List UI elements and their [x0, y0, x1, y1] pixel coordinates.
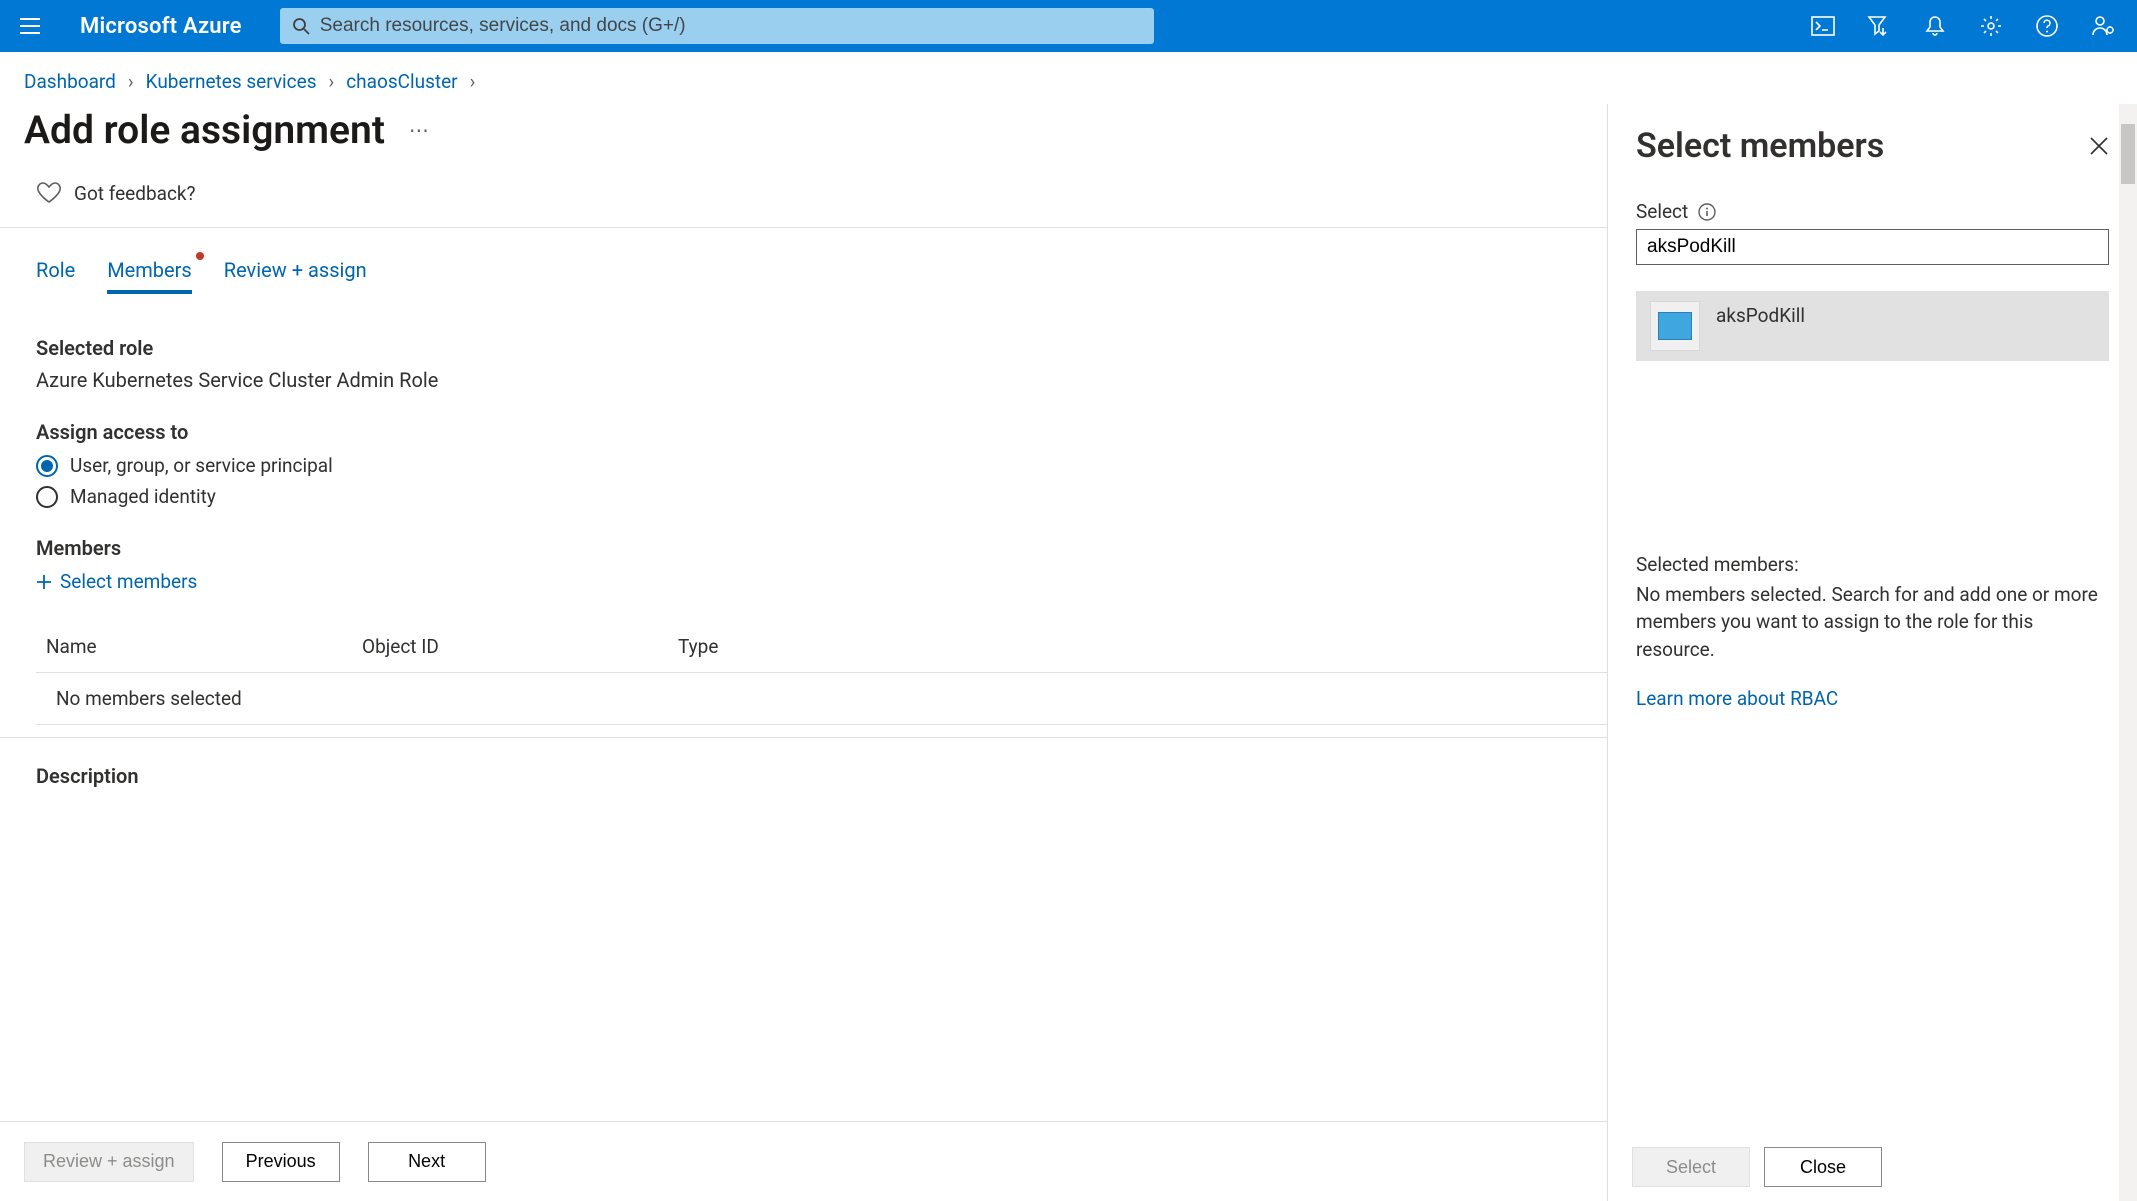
main-content: Dashboard › Kubernetes services › chaosC… — [0, 52, 2137, 1201]
tab-members[interactable]: Members — [107, 258, 192, 294]
breadcrumb-chaoscluster[interactable]: chaosCluster — [346, 70, 457, 93]
previous-button[interactable]: Previous — [222, 1142, 340, 1182]
next-button[interactable]: Next — [368, 1142, 486, 1182]
panel-close-button[interactable]: Close — [1764, 1147, 1882, 1187]
selected-members-heading: Selected members: — [1636, 551, 2109, 579]
radio-icon — [36, 486, 58, 508]
column-object-id[interactable]: Object ID — [362, 635, 678, 658]
radio-label: Managed identity — [70, 485, 216, 508]
global-search-input[interactable] — [320, 15, 1142, 37]
select-field-label: Select — [1636, 200, 1688, 223]
scrollbar-thumb[interactable] — [2121, 124, 2135, 184]
radio-icon — [36, 455, 58, 477]
page-title: Add role assignment — [24, 107, 385, 153]
search-result-item[interactable]: aksPodKill — [1636, 291, 2109, 361]
breadcrumb: Dashboard › Kubernetes services › chaosC… — [0, 52, 2137, 99]
tab-label: Role — [36, 258, 75, 282]
panel-select-button[interactable]: Select — [1632, 1147, 1750, 1187]
info-icon[interactable] — [1698, 203, 1716, 221]
feedback-link[interactable]: Got feedback? — [74, 182, 196, 205]
empty-members-text: No members selected — [46, 687, 242, 710]
chevron-right-icon: › — [329, 70, 335, 93]
learn-more-rbac-link[interactable]: Learn more about RBAC — [1636, 685, 1838, 713]
more-actions-button[interactable]: ⋯ — [409, 118, 431, 142]
help-icon[interactable] — [2027, 6, 2067, 46]
panel-title: Select members — [1636, 126, 1884, 166]
brand-label[interactable]: Microsoft Azure — [80, 14, 242, 39]
member-search-input[interactable] — [1636, 229, 2109, 265]
column-type[interactable]: Type — [678, 635, 878, 658]
directory-filter-icon[interactable] — [1859, 6, 1899, 46]
tab-label: Review + assign — [224, 258, 367, 282]
result-thumb-icon — [1650, 301, 1700, 351]
select-members-panel: Select members Select aksPodKill Selecte… — [1607, 104, 2137, 1201]
account-icon[interactable] — [2083, 6, 2123, 46]
breadcrumb-dashboard[interactable]: Dashboard — [24, 70, 116, 93]
cloud-shell-icon[interactable] — [1803, 6, 1843, 46]
select-members-label: Select members — [60, 570, 197, 593]
chevron-right-icon: › — [128, 70, 134, 93]
radio-label: User, group, or service principal — [70, 454, 333, 477]
tab-role[interactable]: Role — [36, 258, 75, 294]
review-assign-button[interactable]: Review + assign — [24, 1142, 194, 1182]
global-search[interactable] — [280, 8, 1154, 44]
tab-review-assign[interactable]: Review + assign — [224, 258, 367, 294]
settings-icon[interactable] — [1971, 6, 2011, 46]
panel-scrollbar[interactable] — [2119, 104, 2137, 1201]
result-name: aksPodKill — [1716, 304, 1805, 327]
heart-icon — [36, 181, 62, 205]
column-name[interactable]: Name — [46, 635, 362, 658]
tab-label: Members — [107, 258, 192, 282]
notifications-icon[interactable] — [1915, 6, 1955, 46]
close-panel-button[interactable] — [2089, 136, 2109, 156]
chevron-right-icon: › — [470, 70, 476, 93]
breadcrumb-kubernetes-services[interactable]: Kubernetes services — [146, 70, 317, 93]
top-bar: Microsoft Azure — [0, 0, 2137, 52]
search-icon — [292, 17, 310, 35]
plus-icon — [36, 574, 52, 590]
close-icon — [2089, 136, 2109, 156]
selected-members-text: No members selected. Search for and add … — [1636, 581, 2109, 664]
hamburger-menu[interactable] — [10, 6, 50, 46]
hamburger-icon — [20, 18, 40, 34]
indicator-dot-icon — [196, 252, 204, 260]
